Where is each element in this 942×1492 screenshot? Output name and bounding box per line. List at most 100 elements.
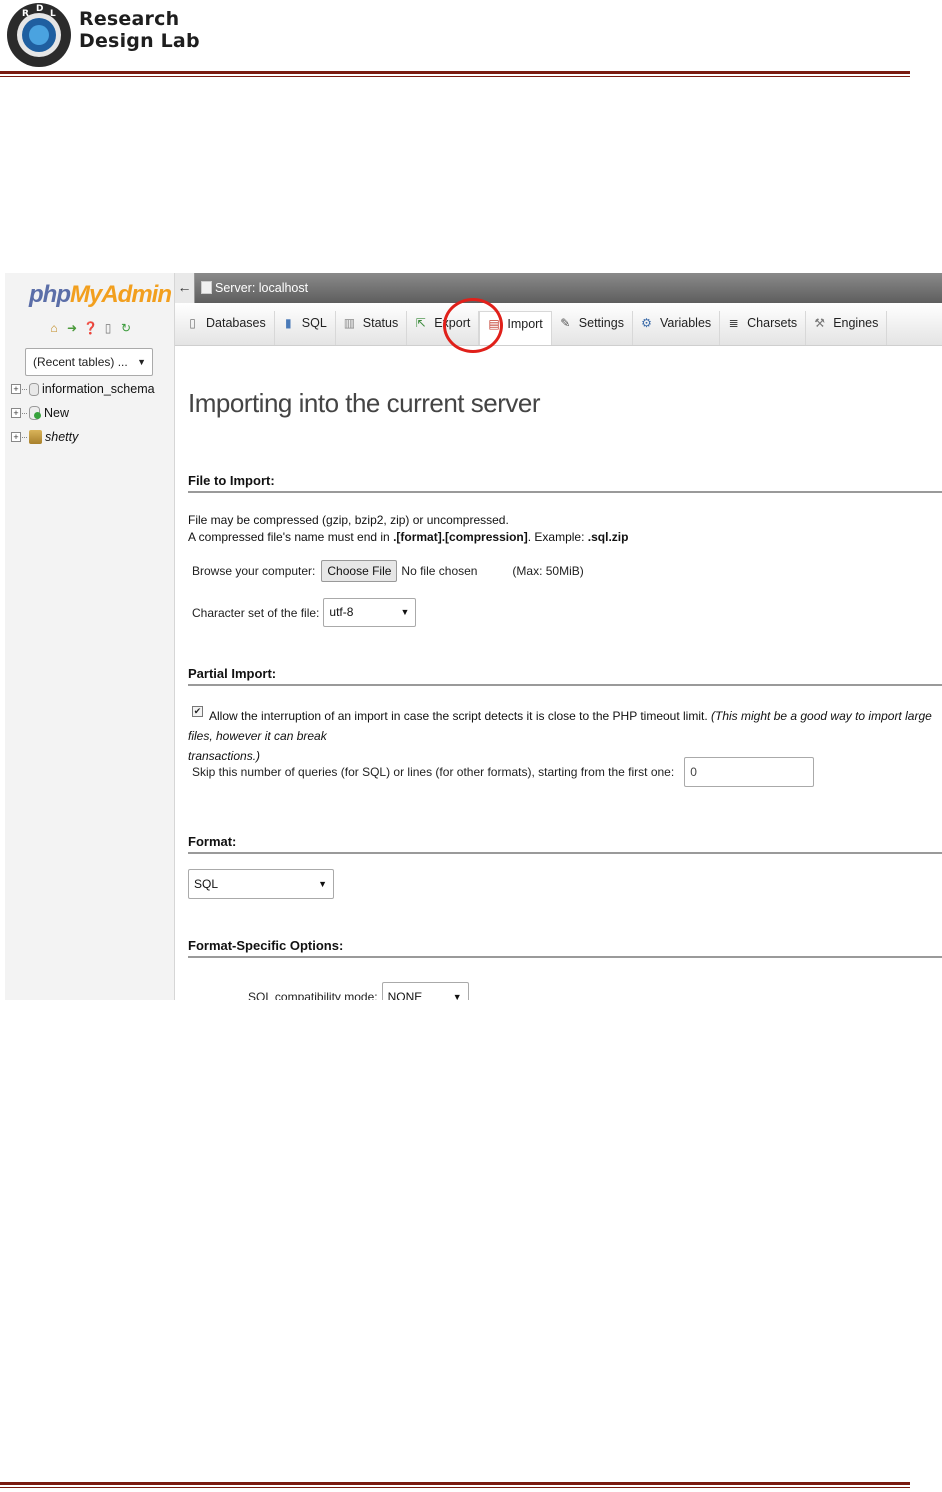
tab-label: Status <box>362 316 399 330</box>
tab-export[interactable]: ⇱ Export <box>407 311 480 345</box>
tab-status[interactable]: ▥ Status <box>336 311 408 345</box>
top-menu-tabs: ▯ Databases ▮ SQL ▥ Status ⇱ Export ▤ Import … <box>175 303 942 346</box>
compression-example-prefix: A compressed file's name must end in <box>188 530 394 544</box>
section-legend: File to Import: <box>188 473 942 493</box>
charset-label: Character set of the file: <box>192 605 320 620</box>
charsets-icon: ≣ <box>728 316 739 330</box>
sql-icon: ▮ <box>284 316 292 330</box>
tab-engines[interactable]: ⚒ Engines <box>806 311 888 345</box>
compression-example-value: .sql.zip <box>587 530 629 544</box>
tab-label: Charsets <box>747 316 798 330</box>
tab-charsets[interactable]: ≣ Charsets <box>720 311 807 345</box>
footer-rule <box>0 1482 910 1485</box>
compat-mode-select[interactable]: NONE ▼ <box>381 982 469 1000</box>
tab-databases[interactable]: ▯ Databases <box>179 311 275 345</box>
header-rule-thin <box>0 76 910 77</box>
header-rule <box>0 71 910 74</box>
home-icon[interactable]: ⌂ <box>47 321 61 336</box>
svg-text:D: D <box>36 4 43 14</box>
database-icon <box>29 382 39 396</box>
databases-icon: ▯ <box>189 316 196 330</box>
chevron-down-icon: ▼ <box>400 607 410 617</box>
tree-item-information-schema[interactable]: + information_schema <box>11 380 155 398</box>
skip-queries-label: Skip this number of queries (for SQL) or… <box>192 765 675 779</box>
browse-label: Browse your computer: <box>192 564 316 578</box>
compression-example: A compressed file's name must end in .[f… <box>188 530 628 544</box>
tree-item-label: New <box>44 406 70 420</box>
tab-label: Engines <box>833 316 879 330</box>
section-legend: Format-Specific Options: <box>188 938 942 958</box>
server-breadcrumb[interactable]: Server: localhost <box>215 281 308 295</box>
svg-text:L: L <box>50 9 56 19</box>
logo-myadmin: MyAdmin <box>69 281 172 308</box>
rdl-logo-icon: R D L <box>7 3 71 67</box>
new-database-icon <box>29 406 41 420</box>
partial-import-section: Partial Import: <box>188 666 942 686</box>
format-value: SQL <box>194 877 219 891</box>
page-title: Importing into the current server <box>188 388 541 418</box>
tab-label: SQL <box>301 316 327 330</box>
phpmyadmin-window: phpMyAdmin ⌂ ➜ ❓ ▯ ↻ (Recent tables) ...… <box>5 273 942 1000</box>
charset-row: Character set of the file: utf-8 ▼ <box>192 598 417 627</box>
tab-variables[interactable]: ⚙ Variables <box>633 311 721 345</box>
reload-icon[interactable]: ↻ <box>119 321 133 336</box>
tab-import[interactable]: ▤ Import <box>479 311 552 345</box>
chevron-down-icon: ▼ <box>452 992 462 1000</box>
import-icon: ▤ <box>488 317 500 331</box>
format-section: Format: <box>188 834 942 854</box>
collapse-navigation-button[interactable]: ← <box>175 273 195 303</box>
format-specific-section: Format-Specific Options: <box>188 938 942 958</box>
tree-item-shetty[interactable]: + shetty <box>11 428 78 446</box>
brand-line-1: Research <box>79 8 180 30</box>
tab-label: Databases <box>206 316 266 330</box>
docs-icon[interactable]: ▯ <box>101 321 115 336</box>
tab-label: Settings <box>578 316 624 330</box>
compression-format: .[format].[compression] <box>393 530 528 544</box>
tree-item-label: information_schema <box>42 382 155 396</box>
logout-icon[interactable]: ➜ <box>65 321 79 336</box>
compat-mode-row: SQL compatibility mode: NONE ▼ <box>248 982 469 1000</box>
help-icon[interactable]: ❓ <box>83 321 98 336</box>
database-open-icon <box>29 430 42 444</box>
recent-tables-value: (Recent tables) ... <box>33 355 128 369</box>
phpmyadmin-logo[interactable]: phpMyAdmin <box>29 281 172 309</box>
brand-line-2: Design Lab <box>79 30 200 52</box>
compat-mode-value: NONE <box>387 990 423 1000</box>
variables-icon: ⚙ <box>641 316 652 330</box>
tab-label: Import <box>507 317 543 331</box>
choose-file-button[interactable]: Choose File <box>321 560 398 582</box>
export-icon: ⇱ <box>415 316 426 330</box>
engines-icon: ⚒ <box>814 316 826 330</box>
charset-value: utf-8 <box>329 605 354 619</box>
footer-rule-thin <box>0 1487 910 1488</box>
tab-label: Export <box>434 316 471 330</box>
recent-tables-select[interactable]: (Recent tables) ... ▼ <box>25 348 153 376</box>
expand-icon[interactable]: + <box>11 432 21 442</box>
tab-settings[interactable]: ✎ Settings <box>552 311 633 345</box>
skip-queries-input[interactable]: 0 <box>684 757 815 787</box>
expand-icon[interactable]: + <box>11 408 21 418</box>
tree-item-new[interactable]: + New <box>11 404 69 422</box>
server-icon <box>201 281 212 294</box>
logo-php: php <box>29 281 71 308</box>
charset-select[interactable]: utf-8 ▼ <box>323 598 417 627</box>
skip-queries-row: Skip this number of queries (for SQL) or… <box>192 757 815 787</box>
navigation-icon-bar: ⌂ ➜ ❓ ▯ ↻ <box>47 321 133 336</box>
no-file-chosen-text: No file chosen <box>401 564 478 578</box>
server-breadcrumb-bar: ← Server: localhost <box>175 273 942 303</box>
tab-label: Variables <box>659 316 712 330</box>
format-select[interactable]: SQL ▼ <box>188 869 334 899</box>
brand-name: Research Design Lab <box>79 8 200 52</box>
expand-icon[interactable]: + <box>11 384 21 394</box>
tab-sql[interactable]: ▮ SQL <box>275 311 336 345</box>
main-panel: ← Server: localhost ▯ Databases ▮ SQL ▥ Sta… <box>175 273 942 1000</box>
chevron-down-icon: ▼ <box>137 357 146 367</box>
status-icon: ▥ <box>343 316 356 330</box>
allow-interrupt-text: Allow the interruption of an import in c… <box>209 709 708 723</box>
compression-example-label: . Example: <box>527 530 588 544</box>
compression-note: File may be compressed (gzip, bzip2, zip… <box>188 513 509 527</box>
max-upload-size: (Max: 50MiB) <box>512 564 584 578</box>
navigation-panel: phpMyAdmin ⌂ ➜ ❓ ▯ ↻ (Recent tables) ...… <box>5 273 175 1000</box>
file-to-import-section: File to Import: <box>188 473 942 493</box>
chevron-down-icon: ▼ <box>318 879 327 889</box>
